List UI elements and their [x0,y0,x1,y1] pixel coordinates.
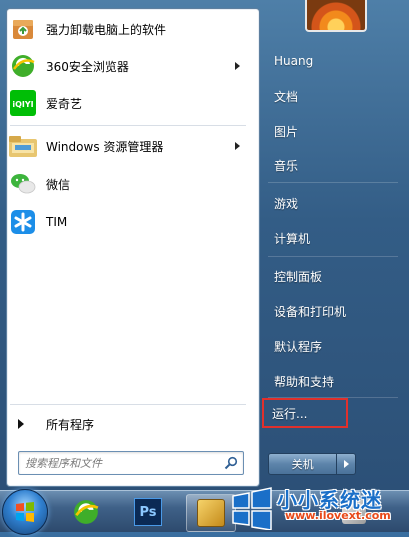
right-item-label: 游戏 [274,196,299,211]
right-item-label: 图片 [274,124,299,139]
shutdown-options-button[interactable] [337,453,356,475]
program-item-windows-explorer[interactable]: Windows 资源管理器 [4,129,248,163]
program-label: 爱奇艺 [46,96,83,111]
right-item-pictures[interactable]: 图片 [266,117,402,145]
explorer-folder-icon [8,131,38,161]
taskbar-photoshop[interactable]: Ps [124,494,172,530]
program-item-tim[interactable]: TIM [4,205,248,239]
tim-icon [8,207,38,237]
expand-triangle-icon [18,419,24,429]
right-item-label: 运行... [272,406,308,421]
user-picture[interactable] [305,0,367,32]
shutdown-button[interactable]: 关机 [268,453,338,475]
right-item-label: 计算机 [274,231,311,246]
all-programs-button[interactable]: 所有程序 [4,412,248,436]
right-item-run[interactable]: 运行... [262,398,348,428]
right-item-label: 控制面板 [274,269,323,284]
start-button[interactable] [2,489,48,535]
right-item-label: 帮助和支持 [274,374,335,389]
program-item-iqiyi[interactable]: iQIYI 爱奇艺 [4,86,248,120]
right-item-default-programs[interactable]: 默认程序 [266,332,402,360]
taskbar: Ps [0,489,409,535]
right-item-label: 设备和打印机 [274,304,347,319]
program-label: 360安全浏览器 [46,59,129,74]
chevron-right-icon [343,460,349,468]
right-item-documents[interactable]: 文档 [266,82,402,110]
right-item-computer[interactable]: 计算机 [266,224,402,252]
right-item-control-panel[interactable]: 控制面板 [266,262,402,290]
taskbar-app-right[interactable] [330,494,378,530]
uninstall-box-icon [8,14,38,44]
app-icon [197,499,225,527]
submenu-arrow-icon[interactable] [235,62,240,70]
360-browser-icon [74,500,99,524]
right-item-help-support[interactable]: 帮助和支持 [266,367,402,395]
search-icon[interactable] [222,454,240,472]
taskbar-app-active[interactable] [186,494,236,532]
taskbar-360-browser[interactable] [62,494,110,530]
program-item-wechat[interactable]: 微信 [4,167,248,201]
program-label: 微信 [46,177,71,192]
all-programs-label: 所有程序 [46,417,95,432]
photoshop-label: Ps [139,504,157,520]
windows-logo-icon [16,502,34,522]
shutdown-group: 关机 [268,453,356,475]
right-separator [268,256,398,257]
right-separator [268,182,398,183]
submenu-arrow-icon[interactable] [235,142,240,150]
program-item-360-browser[interactable]: 360安全浏览器 [4,49,248,83]
separator [10,125,246,126]
search-box[interactable] [18,451,244,475]
photoshop-icon: Ps [134,498,162,526]
right-item-music[interactable]: 音乐 [266,151,402,179]
app-icon [342,500,366,524]
iqiyi-icon: iQIYI [8,88,38,118]
wechat-icon [8,169,38,199]
right-item-games[interactable]: 游戏 [266,189,402,217]
program-label: TIM [46,215,68,229]
program-label: 强力卸载电脑上的软件 [46,22,167,37]
search-input[interactable] [19,454,222,472]
right-item-label: 文档 [274,89,299,104]
right-item-label: 音乐 [274,158,299,173]
right-item-devices-printers[interactable]: 设备和打印机 [266,297,402,325]
program-label: Windows 资源管理器 [46,139,164,154]
right-item-label: Huang [274,54,314,68]
start-menu: 强力卸载电脑上的软件 360安全浏览器 iQIYI 爱奇艺 Windows 资源… [0,0,409,490]
separator [10,404,246,405]
right-item-user[interactable]: Huang [266,47,402,75]
right-item-label: 默认程序 [274,339,323,354]
iqiyi-logo-text: iQIYI [12,100,33,109]
360-browser-icon [8,51,38,81]
program-item-uninstaller[interactable]: 强力卸载电脑上的软件 [4,12,248,46]
